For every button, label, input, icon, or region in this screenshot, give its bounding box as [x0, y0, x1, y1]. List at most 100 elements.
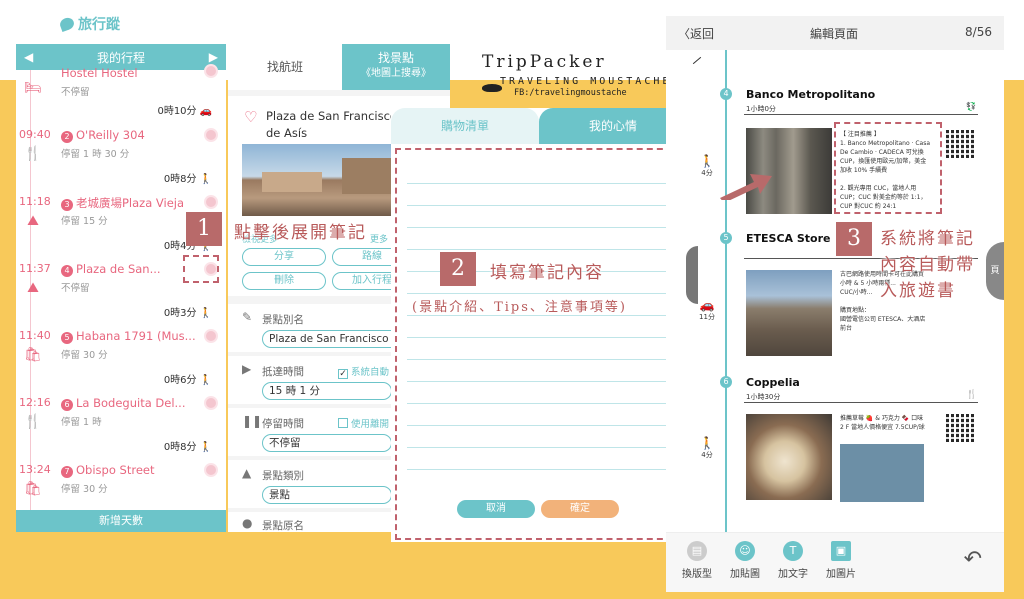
entry-title: Coppelia	[746, 376, 800, 389]
itinerary-panel: ◀ 我的行程 ▶ Hostel Hostel 🛏 不停留 0時10分 🚗 09:4…	[16, 44, 226, 532]
entry-title: ETESCA Store	[746, 232, 831, 245]
walk-icon: 🚶	[199, 442, 212, 453]
back-button[interactable]: 〈返回	[678, 25, 714, 42]
step-2-badge: 2	[440, 252, 476, 286]
itinerary-title: 我的行程	[96, 50, 145, 65]
fork-knife-icon: 🍴	[24, 146, 42, 162]
alias-label: 景點別名	[262, 314, 304, 326]
delete-button[interactable]: 刪除	[242, 272, 326, 290]
place-number: 3	[61, 199, 73, 211]
use-leave-checkbox[interactable]: 使用離開	[338, 416, 389, 430]
tab-find-flight[interactable]: 找航班	[228, 44, 342, 90]
change-layout-button[interactable]: ▤ 換版型	[672, 541, 722, 580]
next-day-arrow-icon[interactable]: ▶	[209, 50, 218, 64]
type-field[interactable]: 景點	[262, 486, 392, 504]
mountain-icon: ⛰	[27, 213, 39, 229]
pencil-icon: ✎	[242, 310, 253, 324]
add-text-button[interactable]: T 加文字	[768, 541, 818, 580]
place-number: 6	[61, 399, 73, 411]
stay-duration: 停留 1 時 30 分	[61, 149, 130, 160]
list-item[interactable]: Hostel Hostel 🛏 不停留 0時10分 🚗	[16, 64, 226, 117]
travel-time: 0時8分 🚶	[163, 174, 212, 185]
mountain-icon: ⛰	[27, 280, 39, 296]
mustache-logo-icon	[482, 84, 502, 92]
arrival-time: 13:24	[19, 463, 51, 476]
note-icon[interactable]	[204, 463, 218, 477]
tab-shopping-list[interactable]: 購物清單	[391, 108, 539, 144]
place-name: 6 La Bodeguita Del...	[61, 396, 186, 411]
prev-day-arrow-icon[interactable]: ◀	[24, 50, 33, 64]
book-editor: 〈返回 編輯頁面 8/56 4 Banco Metropolitano 1小時0…	[666, 16, 1004, 592]
qr-code	[946, 414, 974, 442]
mountain-icon: ▲	[242, 466, 252, 480]
brand-name: TripPacker	[482, 52, 607, 72]
notes-textarea[interactable]	[407, 162, 669, 474]
note-icon[interactable]	[204, 396, 218, 410]
add-image-button[interactable]: ▣ 加圖片	[816, 541, 866, 580]
tab-find-spot[interactable]: 找景點 《地圖上搜尋》	[342, 44, 450, 90]
cancel-button[interactable]: 取消	[457, 500, 535, 518]
play-icon: ▶	[242, 362, 252, 376]
brand-tagline: TRAVELING MOUSTACHE	[500, 76, 672, 87]
store-photo	[746, 270, 832, 356]
stay-time-field[interactable]: 不停留	[262, 434, 392, 452]
note-highlight-box	[834, 122, 942, 214]
place-name: 4 Plaza de San...	[61, 262, 161, 277]
list-item[interactable]: 09:40 2 O'Reilly 304 🍴 停留 1 時 30 分 0時8分 🚶	[16, 124, 226, 190]
stay-duration: 停留 30 分	[61, 484, 108, 495]
next-page-tab[interactable]: 頁	[986, 242, 1004, 300]
note-icon[interactable]	[204, 329, 218, 343]
entry-number: 5	[720, 232, 732, 244]
list-item[interactable]: 11:40 5 Habana 1791 (Mus... 🛍 停留 30 分 0時6分 🚶	[16, 325, 226, 391]
note-highlight-box	[183, 255, 219, 283]
step-2-subtext: (景點介紹、Tips、注意事項等)	[412, 300, 627, 315]
entry-title: Banco Metropolitano	[746, 88, 876, 101]
auto-checkbox[interactable]: ✓ 系統自動	[338, 364, 389, 379]
more-link[interactable]: 更多	[370, 232, 388, 245]
undo-icon[interactable]: ↶	[964, 547, 982, 572]
entry-duration: 1小時30分	[746, 393, 781, 401]
text-icon: T	[783, 541, 803, 561]
list-item[interactable]: 12:16 6 La Bodeguita Del... 🍴 停留 1 時 0時8分 🚶	[16, 392, 226, 458]
arrival-time: 11:37	[19, 262, 51, 275]
arrival-time: 11:18	[19, 195, 51, 208]
step-2-text: 填寫筆記內容	[490, 263, 604, 283]
money-icon: 💱	[966, 102, 976, 111]
place-name: 3 老城廣場Plaza Vieja	[61, 195, 184, 211]
divider	[744, 402, 978, 403]
car-icon: 🚗	[199, 106, 212, 117]
note-icon[interactable]	[204, 64, 218, 78]
bird-logo-icon	[58, 15, 76, 33]
arrive-time-field[interactable]: 15 時 1 分	[262, 382, 392, 400]
walk-icon: 🚶	[699, 436, 715, 450]
heart-icon[interactable]: ♡	[244, 108, 257, 126]
stay-duration: 停留 15 分	[61, 216, 108, 227]
share-button[interactable]: 分享	[242, 248, 326, 266]
note-icon[interactable]	[204, 195, 218, 209]
entry-note-text: 推薦草莓 🍓 & 巧克力 🍫 口味 2 F 當地人價格便宜 7.5CUP/球	[840, 415, 925, 431]
prev-page-tab[interactable]	[686, 246, 698, 304]
stay-duration: 不停留	[61, 283, 90, 294]
confirm-button[interactable]: 確定	[541, 500, 619, 518]
stay-duration: 不停留	[61, 87, 90, 98]
bed-icon: 🛏	[24, 80, 42, 96]
note-icon[interactable]	[204, 128, 218, 142]
app-logo: 旅行蹤	[58, 14, 120, 34]
travel-time: 0時6分 🚶	[163, 375, 212, 386]
app-logo-text: 旅行蹤	[78, 17, 120, 33]
walk-icon: 🚶	[199, 375, 212, 386]
qr-code	[946, 130, 974, 158]
place-number: 4	[61, 265, 73, 277]
alias-field[interactable]: Plaza de San Francisco d	[262, 330, 412, 348]
step-1-text: 點擊後展開筆記	[234, 223, 367, 243]
add-day-button[interactable]: 新增天數	[16, 510, 226, 532]
add-sticker-button[interactable]: ☺ 加貼圖	[720, 541, 770, 580]
chevron-left-icon: 〈	[678, 27, 691, 41]
car-icon: 🚗	[699, 298, 715, 312]
bag-icon: 🛍	[24, 481, 42, 497]
step-3-line2: 內容自動帶	[880, 255, 975, 275]
brand-fb: FB:/travelingmoustache	[514, 88, 627, 98]
pen-mark-icon	[692, 56, 702, 65]
travel-time: 0時8分 🚶	[163, 442, 212, 453]
tab-my-notes[interactable]: 我的心情	[539, 108, 687, 144]
